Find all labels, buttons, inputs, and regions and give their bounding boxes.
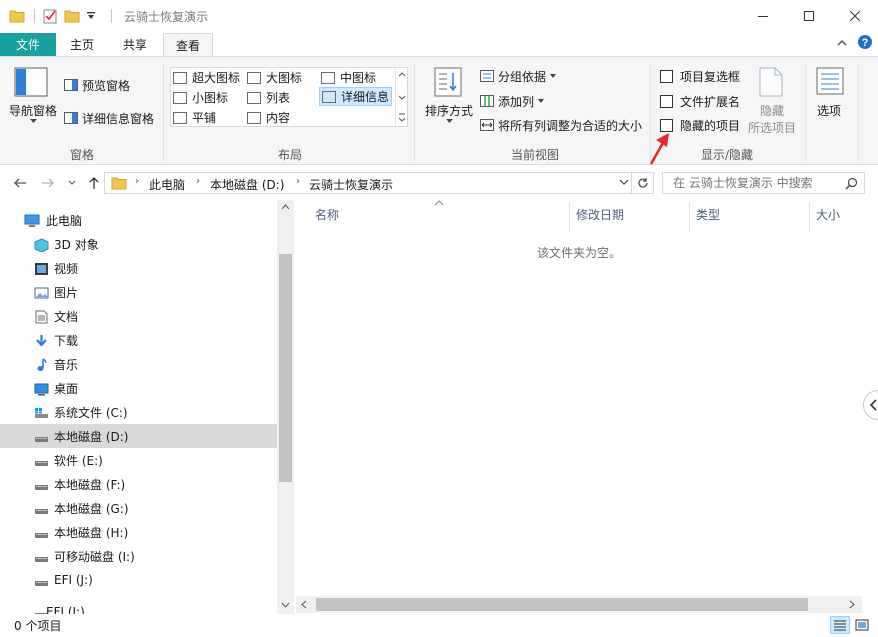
refresh-button[interactable] bbox=[632, 172, 654, 194]
tree-item-drive-e[interactable]: 软件 (E:) bbox=[0, 448, 277, 472]
tree-item-music[interactable]: 音乐 bbox=[0, 352, 277, 376]
drive-icon bbox=[34, 574, 49, 587]
music-icon bbox=[34, 357, 49, 371]
address-row: › 此电脑 › 本地磁盘 (D:) › 云骑士恢复演示 bbox=[0, 166, 878, 200]
breadcrumb-this-pc[interactable]: 此电脑 bbox=[149, 176, 185, 193]
drive-icon bbox=[34, 478, 49, 491]
navigation-pane: 此电脑 3D 对象 视频 图片 文档 下载 音乐 桌面 系统文件 (C:) 本地… bbox=[0, 200, 294, 614]
back-button[interactable] bbox=[12, 175, 28, 191]
large-icons-view-icon bbox=[855, 619, 869, 631]
tree-item-desktop[interactable]: 桌面 bbox=[0, 376, 277, 400]
search-icon bbox=[845, 177, 858, 190]
column-header-name[interactable]: 名称 bbox=[315, 206, 339, 223]
3d-objects-icon bbox=[34, 237, 49, 252]
tree-item-drive-d[interactable]: 本地磁盘 (D:) bbox=[0, 424, 277, 448]
search-box[interactable] bbox=[662, 172, 865, 194]
chevron-right-icon bbox=[849, 600, 855, 609]
tree-item-documents[interactable]: 文档 bbox=[0, 304, 277, 328]
sort-ascending-icon bbox=[434, 200, 444, 206]
column-header-date-modified[interactable]: 修改日期 bbox=[576, 206, 624, 223]
details-view-icon bbox=[833, 619, 847, 631]
address-bar[interactable]: › 此电脑 › 本地磁盘 (D:) › 云骑士恢复演示 bbox=[104, 172, 632, 194]
chevron-left-icon bbox=[870, 399, 878, 411]
chevron-down-icon bbox=[619, 179, 629, 186]
system-drive-icon bbox=[34, 406, 49, 419]
video-icon bbox=[34, 262, 49, 275]
forward-button[interactable] bbox=[40, 175, 56, 191]
pictures-icon bbox=[34, 286, 49, 299]
item-count: 0 个项目 bbox=[14, 619, 62, 633]
drive-icon bbox=[34, 454, 49, 467]
tree-item-downloads[interactable]: 下载 bbox=[0, 328, 277, 352]
this-pc-icon bbox=[24, 214, 40, 227]
drive-icon bbox=[34, 502, 49, 515]
breadcrumb-separator: › bbox=[196, 176, 200, 187]
drive-icon bbox=[34, 526, 49, 539]
column-header-size[interactable]: 大小 bbox=[816, 206, 840, 223]
download-icon bbox=[34, 334, 49, 347]
recent-locations-button[interactable] bbox=[64, 175, 80, 191]
tree-item-drive-j[interactable]: EFI (J:) bbox=[0, 568, 277, 592]
removable-drive-icon bbox=[34, 550, 49, 563]
horizontal-scroll-thumb[interactable] bbox=[316, 598, 808, 611]
tree-item-this-pc[interactable]: 此电脑 bbox=[0, 208, 277, 232]
folder-icon bbox=[111, 176, 127, 190]
tree-item-pictures[interactable]: 图片 bbox=[0, 280, 277, 304]
chevron-left-icon bbox=[301, 600, 307, 609]
tree-item-drive-f[interactable]: 本地磁盘 (F:) bbox=[0, 472, 277, 496]
large-icons-view-button[interactable] bbox=[852, 616, 872, 634]
breadcrumb-drive-d[interactable]: 本地磁盘 (D:) bbox=[210, 176, 284, 193]
desktop-icon bbox=[34, 382, 49, 395]
tree-item-drive-j-network[interactable]: EFI (J:) bbox=[0, 600, 277, 614]
chevron-down-icon bbox=[68, 180, 76, 186]
details-view-button[interactable] bbox=[830, 616, 850, 634]
tree-item-drive-c[interactable]: 系统文件 (C:) bbox=[0, 400, 277, 424]
search-input[interactable] bbox=[663, 173, 843, 193]
chevron-up-icon bbox=[281, 204, 290, 210]
file-list: 名称 修改日期 类型 大小 该文件夹为空。 bbox=[296, 200, 862, 596]
address-history-button[interactable] bbox=[619, 179, 629, 186]
arrow-right-icon bbox=[41, 177, 55, 189]
arrow-left-icon bbox=[13, 177, 27, 189]
breadcrumb-separator: › bbox=[135, 176, 139, 187]
drive-icon bbox=[34, 430, 49, 443]
up-button[interactable] bbox=[86, 175, 102, 191]
tree-item-drive-i[interactable]: 可移动磁盘 (I:) bbox=[0, 544, 277, 568]
refresh-icon bbox=[637, 177, 649, 189]
documents-icon bbox=[34, 310, 49, 323]
tree-item-3d-objects[interactable]: 3D 对象 bbox=[0, 232, 277, 256]
breadcrumb-current-folder[interactable]: 云骑士恢复演示 bbox=[309, 176, 393, 193]
expand-side-panel-button[interactable] bbox=[863, 390, 878, 420]
status-bar: 0 个项目 bbox=[0, 614, 878, 637]
tree-item-drive-g[interactable]: 本地磁盘 (G:) bbox=[0, 496, 277, 520]
nav-pane-scroll-thumb[interactable] bbox=[279, 254, 292, 482]
breadcrumb-separator: › bbox=[296, 176, 300, 187]
tree-item-drive-h[interactable]: 本地磁盘 (H:) bbox=[0, 520, 277, 544]
nav-pane-scrollbar[interactable] bbox=[277, 200, 294, 614]
file-list-horizontal-scrollbar[interactable] bbox=[296, 596, 862, 613]
chevron-down-icon bbox=[281, 602, 290, 608]
side-panel-edge bbox=[862, 200, 878, 614]
arrow-up-icon bbox=[88, 176, 100, 190]
empty-folder-message: 该文件夹为空。 bbox=[537, 246, 622, 260]
tree-item-videos[interactable]: 视频 bbox=[0, 256, 277, 280]
column-header-type[interactable]: 类型 bbox=[696, 206, 720, 223]
